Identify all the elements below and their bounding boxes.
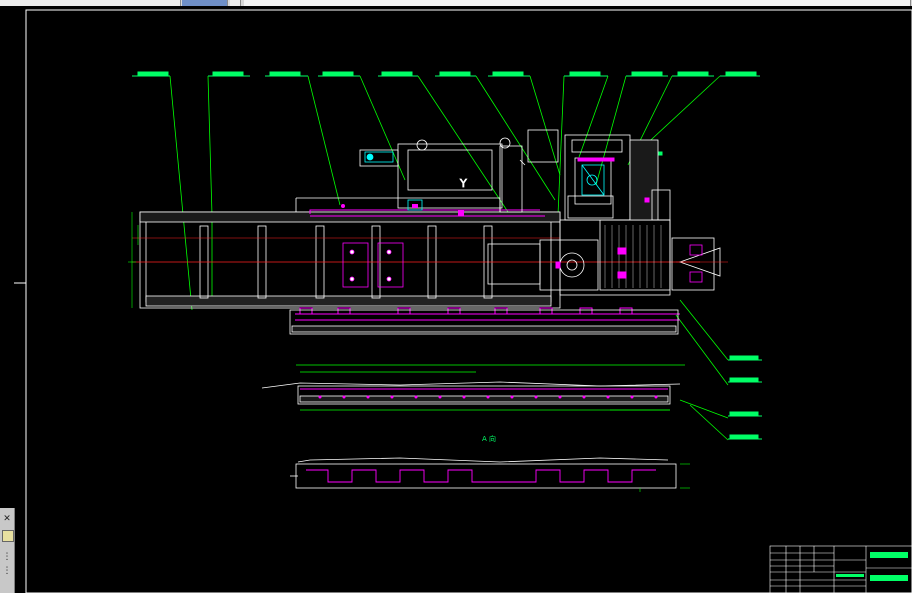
title-name-2 [870, 575, 908, 581]
callout-label-5 [381, 71, 413, 76]
callout-label-2 [212, 71, 244, 76]
svg-text:Y: Y [459, 177, 467, 190]
layer-icon[interactable] [2, 530, 14, 542]
callout-label-9 [631, 71, 663, 76]
callout-label-6 [439, 71, 471, 76]
callout-label-15 [729, 434, 759, 439]
grip-icon[interactable]: ⋮ [2, 552, 12, 562]
rail-teeth [306, 469, 656, 483]
motor-details [364, 151, 423, 211]
bed-hatch-bottom [145, 295, 552, 307]
callout-label-14 [729, 411, 759, 416]
spindle-chuck [671, 237, 721, 291]
section-view-long [261, 364, 685, 411]
callout-label-13 [729, 377, 759, 382]
callout-label-3 [269, 71, 301, 76]
callout-label-1 [137, 71, 169, 76]
title-block-fills [836, 552, 908, 581]
callout-labels-right [651, 151, 762, 440]
toolbox-palette[interactable]: ✕ ⋮ ⋮ [0, 508, 15, 593]
title-name-1 [870, 552, 908, 558]
motor-assembly: Y [359, 129, 559, 213]
callout-label-11 [725, 71, 757, 76]
dimension-left [128, 212, 139, 308]
cad-drawing[interactable]: Y A 向 [0, 0, 912, 593]
close-icon[interactable]: ✕ [2, 514, 12, 524]
callout-label-4 [322, 71, 354, 76]
callout-labels-top [132, 71, 760, 77]
callout-label-8 [569, 71, 601, 76]
bed-hatch-top [139, 211, 561, 223]
leader-lines [169, 75, 729, 441]
headstock-lamination [604, 225, 662, 288]
sensor-icon [366, 153, 374, 161]
callout-label-7 [492, 71, 524, 76]
gearbox-internals [581, 164, 605, 196]
grip-icon-2[interactable]: ⋮ [2, 566, 12, 576]
callout-label-10 [677, 71, 709, 76]
view-label: A 向 [482, 434, 496, 443]
bracket-plate [342, 242, 404, 288]
section-view-rail [290, 457, 677, 489]
callout-label-12 [729, 355, 759, 360]
